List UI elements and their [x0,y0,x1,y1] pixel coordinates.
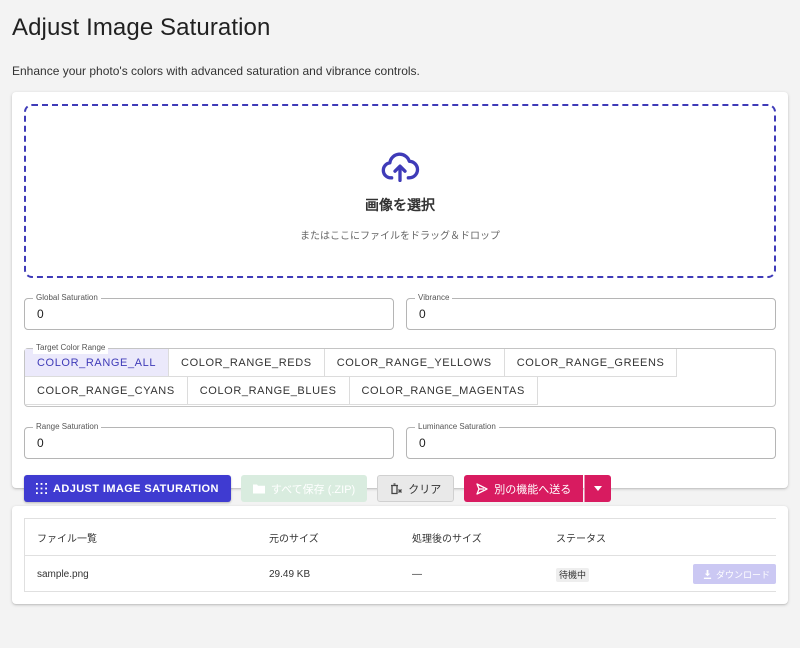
vibrance-input[interactable] [407,299,775,329]
clear-label: クリア [408,483,442,496]
save-all-zip-button[interactable]: すべて保存 (.ZIP) [240,475,368,502]
range-saturation-field: Range Saturation [24,421,394,459]
color-range-cyans-button[interactable]: COLOR_RANGE_CYANS [25,377,188,405]
color-range-blues-button[interactable]: COLOR_RANGE_BLUES [187,377,350,405]
vibrance-field: Vibrance [406,292,776,330]
image-dropzone[interactable]: 画像を選択 またはここにファイルをドラッグ＆ドロップ [24,104,776,278]
folder-icon [252,483,265,494]
action-bar: ADJUST IMAGE SATURATION すべて保存 (.ZIP) クリア [24,475,776,502]
settings-card: 画像を選択 またはここにファイルをドラッグ＆ドロップ Global Satura… [12,92,788,502]
global-saturation-label: Global Saturation [33,292,101,304]
cloud-upload-icon [380,147,420,187]
saturation-row: Global Saturation Vibrance [24,292,776,330]
status-cell: 待機中 [556,567,676,582]
color-range-magentas-button[interactable]: COLOR_RANGE_MAGENTAS [349,377,538,405]
header-processed-size: 処理後のサイズ [412,533,482,545]
send-options-dropdown[interactable] [584,475,612,502]
color-range-greens-button[interactable]: COLOR_RANGE_GREENS [504,349,678,377]
table-header-row: ファイル一覧 元のサイズ 処理後のサイズ ステータス [25,519,776,556]
color-range-reds-button[interactable]: COLOR_RANGE_REDS [169,349,325,377]
download-cell: ダウンロード [676,564,776,584]
files-table: ファイル一覧 元のサイズ 処理後のサイズ ステータス sample.png 29… [24,518,776,592]
header-file-list: ファイル一覧 [37,533,97,545]
files-card: ファイル一覧 元のサイズ 処理後のサイズ ステータス sample.png 29… [12,506,788,604]
send-to-feature-label: 別の機能へ送る [494,483,572,496]
luminance-saturation-label: Luminance Saturation [415,421,499,433]
range-luminance-row: Range Saturation Luminance Saturation [24,421,776,459]
page: Adjust Image Saturation Enhance your pho… [0,0,800,604]
file-original-size: 29.49 KB [269,568,311,580]
header-original-size: 元のサイズ [269,533,319,545]
dropzone-title: 画像を選択 [365,196,435,213]
download-label: ダウンロード [715,569,770,580]
file-processed-size: — [412,568,422,580]
save-all-zip-label: すべて保存 (.ZIP) [270,483,356,496]
vibrance-label: Vibrance [415,292,453,304]
download-icon [703,569,712,579]
color-range-group: Target Color Range COLOR_RANGE_ALL COLOR… [24,342,776,407]
range-saturation-label: Range Saturation [33,421,102,433]
table-row: sample.png 29.49 KB — 待機中 ダウンロード [25,556,776,592]
color-range-options: COLOR_RANGE_ALL COLOR_RANGE_REDS COLOR_R… [25,349,775,405]
page-title: Adjust Image Saturation [12,14,271,41]
download-button[interactable]: ダウンロード [692,564,776,584]
clear-button[interactable]: クリア [377,475,455,502]
adjust-saturation-button[interactable]: ADJUST IMAGE SATURATION [24,475,231,502]
file-name: sample.png [37,568,89,580]
page-subtitle: Enhance your photo's colors with advance… [12,64,420,78]
dropzone-hint: またはここにファイルをドラッグ＆ドロップ [300,230,500,242]
luminance-saturation-field: Luminance Saturation [406,421,776,459]
header-status: ステータス [556,533,606,545]
clear-all-icon [390,482,403,495]
adjust-saturation-label: ADJUST IMAGE SATURATION [53,482,219,495]
caret-down-icon [594,486,603,491]
send-to-feature-button[interactable]: 別の機能へ送る [464,475,584,502]
grid-icon [36,483,47,494]
status-badge: 待機中 [556,567,590,582]
global-saturation-field: Global Saturation [24,292,394,330]
color-range-label: Target Color Range [33,342,109,354]
color-range-yellows-button[interactable]: COLOR_RANGE_YELLOWS [324,349,505,377]
send-icon [476,482,488,495]
